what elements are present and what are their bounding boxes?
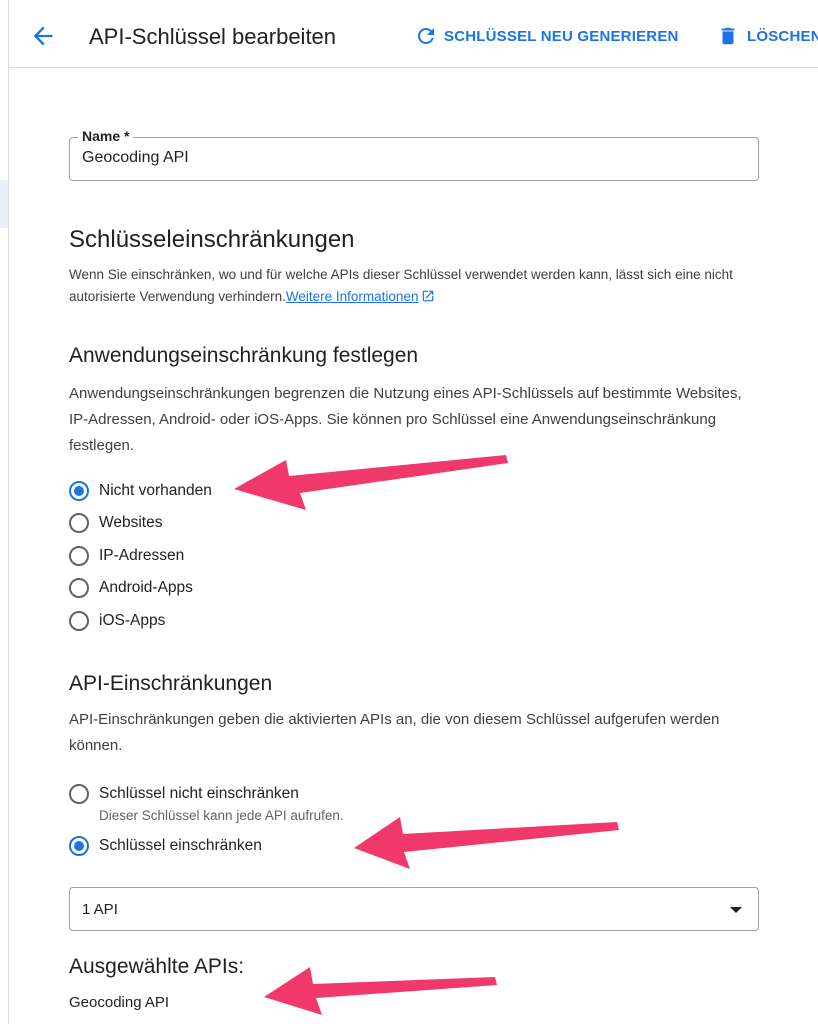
radio-restrict-key[interactable]: Schlüssel einschränken <box>69 836 262 856</box>
radio-dont-restrict-label: Schlüssel nicht einschränken <box>99 785 299 802</box>
page-title: API-Schlüssel bearbeiten <box>89 24 337 49</box>
api-select-value: 1 API <box>82 901 118 918</box>
radio-button[interactable] <box>69 546 89 566</box>
radio-button[interactable] <box>69 611 89 631</box>
name-input[interactable] <box>82 149 742 167</box>
api-select-dropdown[interactable]: 1 API <box>69 887 759 931</box>
arrow-back-icon <box>33 26 53 46</box>
api-restrictions-heading: API-Einschränkungen <box>69 672 273 695</box>
delete-label: LÖSCHEN <box>747 27 818 45</box>
name-field[interactable]: Name * <box>69 128 759 181</box>
radio-none[interactable]: Nicht vorhanden <box>69 481 212 501</box>
application-restriction-description: Anwendungseinschränkungen begrenzen die … <box>69 385 742 454</box>
radio-dont-restrict[interactable]: Schlüssel nicht einschränken <box>69 784 299 804</box>
radio-button[interactable] <box>69 578 89 598</box>
radio-button[interactable] <box>69 513 89 533</box>
radio-ip-addresses[interactable]: IP-Adressen <box>69 546 184 566</box>
radio-ip-addresses-label: IP-Adressen <box>99 547 185 564</box>
regenerate-key-button[interactable]: SCHLÜSSEL NEU GENERIEREN <box>414 24 679 48</box>
radio-android-apps[interactable]: Android-Apps <box>69 578 193 598</box>
back-button[interactable] <box>29 22 57 50</box>
external-link-icon <box>423 290 434 302</box>
left-nav-strip <box>0 0 9 1024</box>
trash-icon <box>721 27 735 45</box>
radio-restrict-key-label: Schlüssel einschränken <box>99 837 262 854</box>
nav-selection-marker <box>0 180 8 228</box>
key-restrictions-description: Wenn Sie einschränken, wo und für welche… <box>69 264 759 308</box>
radio-none-label: Nicht vorhanden <box>99 482 212 499</box>
selected-apis-heading: Ausgewählte APIs: <box>69 955 245 978</box>
selected-api-item: Geocoding API <box>69 994 170 1011</box>
key-restrictions-heading: Schlüsseleinschränkungen <box>69 226 355 253</box>
radio-ios-apps[interactable]: iOS-Apps <box>69 611 165 631</box>
learn-more-link[interactable]: Weitere Informationen <box>286 289 419 304</box>
radio-ios-apps-label: iOS-Apps <box>99 612 166 629</box>
delete-button[interactable]: LÖSCHEN <box>717 24 818 48</box>
name-field-label: Name * <box>78 128 134 144</box>
refresh-icon <box>418 28 434 44</box>
regenerate-key-label: SCHLÜSSEL NEU GENERIEREN <box>444 27 679 45</box>
application-restriction-heading: Anwendungseinschränkung festlegen <box>69 344 419 367</box>
radio-android-apps-label: Android-Apps <box>99 579 193 596</box>
radio-button[interactable] <box>69 784 89 804</box>
api-restrictions-description: API-Einschränkungen geben die aktivierte… <box>69 711 720 754</box>
header-bar: API-Schlüssel bearbeiten SCHLÜSSEL NEU G… <box>9 0 818 68</box>
radio-button-checked[interactable] <box>69 481 89 501</box>
radio-websites-label: Websites <box>99 514 163 531</box>
radio-dont-restrict-hint: Dieser Schlüssel kann jede API aufrufen. <box>99 808 344 823</box>
radio-websites[interactable]: Websites <box>69 513 162 533</box>
radio-button-checked[interactable] <box>69 836 89 856</box>
dropdown-arrow-icon <box>730 907 742 913</box>
